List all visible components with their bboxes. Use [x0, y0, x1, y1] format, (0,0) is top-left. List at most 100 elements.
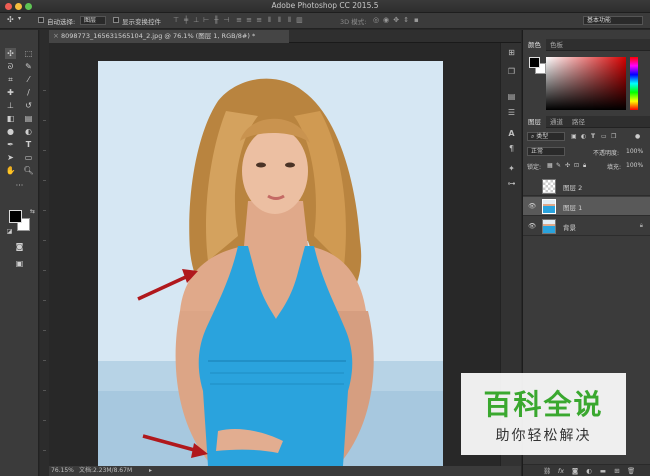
paragraph-panel-icon[interactable]: ¶ — [506, 143, 517, 154]
blend-mode-dropdown[interactable]: 正常 — [527, 147, 565, 156]
hand-tool-icon[interactable]: ✋ — [5, 165, 16, 176]
marquee-tool-icon[interactable]: ⬚ — [23, 48, 34, 59]
new-group-icon[interactable]: ▬ — [599, 467, 607, 475]
tab-paths[interactable]: 路径 — [567, 116, 590, 128]
lock-transparent-icon[interactable]: ▦ — [547, 162, 553, 169]
quick-select-tool-icon[interactable]: ✎ — [23, 61, 34, 72]
new-layer-icon[interactable]: ⊞ — [613, 467, 621, 475]
layer-row[interactable]: 图层 2 — [523, 177, 650, 196]
path-select-tool-icon[interactable]: ➤ — [5, 152, 16, 163]
eraser-tool-icon[interactable]: ◧ — [5, 113, 16, 124]
eye-icon[interactable]: 👁︎ — [528, 222, 536, 230]
layer-row-selected[interactable]: 👁︎ 图层 1 — [523, 197, 650, 216]
brush-tool-icon[interactable]: / — [23, 87, 34, 98]
filter-shape-icon[interactable]: ▭ — [601, 133, 607, 140]
lasso-tool-icon[interactable]: ᘐ — [5, 61, 16, 72]
filter-toggle-icon[interactable]: ● — [635, 133, 640, 140]
distribute-top-icon[interactable]: ≡ — [235, 16, 243, 24]
type-tool-icon[interactable]: T — [23, 139, 34, 150]
lock-image-icon[interactable]: ✎ — [556, 162, 561, 169]
show-transform-checkbox[interactable] — [113, 17, 119, 23]
tab-layers[interactable]: 图层 — [523, 116, 546, 128]
eye-icon[interactable]: 👁︎ — [528, 202, 536, 210]
lock-artboard-icon[interactable]: ⊡ — [574, 162, 579, 169]
lock-all-icon[interactable]: 🔒︎ — [583, 162, 586, 170]
auto-align-icon[interactable]: ▥ — [295, 16, 303, 24]
tab-color[interactable]: 颜色 — [523, 39, 546, 51]
lock-position-icon[interactable]: ✣ — [565, 162, 570, 169]
workspace-dropdown[interactable]: 基本功能 — [583, 16, 643, 25]
add-mask-icon[interactable]: ◙ — [571, 467, 579, 475]
history-panel-icon[interactable]: ⊞ — [506, 47, 517, 58]
zoom-tool-icon[interactable]: 🔍︎ — [23, 165, 34, 176]
align-top-icon[interactable]: ⊤ — [172, 16, 180, 24]
align-hcenter-icon[interactable]: ╫ — [212, 16, 220, 24]
shape-tool-icon[interactable]: ▭ — [23, 152, 34, 163]
delete-layer-icon[interactable]: 🗑︎ — [627, 467, 635, 475]
screen-mode-icon[interactable]: ▣ — [14, 258, 25, 269]
dodge-tool-icon[interactable]: ◐ — [23, 126, 34, 137]
layer-name[interactable]: 背景 — [563, 222, 576, 232]
properties-panel-icon[interactable]: ▤ — [506, 91, 517, 102]
adjustment-layer-icon[interactable]: ◐ — [585, 467, 593, 475]
drag-3d-icon[interactable]: ✥ — [392, 16, 400, 24]
move-tool-icon[interactable]: ✣ — [5, 48, 16, 59]
distribute-vcenter-icon[interactable]: ≡ — [245, 16, 253, 24]
canvas-image[interactable] — [98, 61, 443, 466]
adjustments-panel-icon[interactable]: ❐ — [506, 66, 517, 77]
pen-tool-icon[interactable]: ✒ — [5, 139, 16, 150]
status-arrow-icon[interactable]: ▸ — [149, 466, 152, 476]
eyedropper-tool-icon[interactable]: ⁄ — [23, 74, 34, 85]
foreground-color-swatch-top[interactable] — [9, 210, 22, 223]
layer-row[interactable]: 👁︎ 背景 🔒︎ — [523, 217, 650, 236]
align-right-icon[interactable]: ⊣ — [222, 16, 230, 24]
move-tool-icon[interactable]: ✣ — [7, 15, 14, 24]
gradient-tool-icon[interactable]: ▤ — [23, 113, 34, 124]
layer-filter-dropdown[interactable]: ⌕ 类型 — [527, 132, 565, 141]
layer-name[interactable]: 图层 2 — [563, 182, 582, 192]
align-left-icon[interactable]: ⊢ — [202, 16, 210, 24]
tool-preset-arrow-icon[interactable]: ▾ — [18, 15, 21, 22]
healing-brush-tool-icon[interactable]: ✚ — [5, 87, 16, 98]
distribute-left-icon[interactable]: ⦀ — [265, 16, 273, 24]
swap-colors-icon[interactable]: ⇆ — [27, 206, 38, 217]
close-tab-icon[interactable]: × — [53, 30, 59, 43]
auto-select-checkbox[interactable] — [38, 17, 44, 23]
panel-foreground-swatch[interactable] — [529, 57, 540, 68]
slide-3d-icon[interactable]: ⇕ — [402, 16, 410, 24]
more-tools-icon[interactable]: ··· — [14, 180, 25, 191]
canvas-area[interactable] — [49, 43, 521, 466]
scale-3d-icon[interactable]: ▪ — [412, 16, 420, 24]
visibility-toggle-off[interactable] — [528, 182, 536, 190]
layer-name[interactable]: 图层 1 — [563, 202, 582, 212]
crop-tool-icon[interactable]: ⌗ — [5, 74, 16, 85]
opacity-value[interactable]: 100% — [626, 148, 643, 155]
distribute-right-icon[interactable]: ⦀ — [285, 16, 293, 24]
color-picker-field[interactable] — [546, 57, 626, 110]
filter-type-icon[interactable]: T — [591, 133, 595, 140]
document-size[interactable]: 文档:2.23M/8.67M — [79, 466, 132, 476]
timeline-panel-icon[interactable]: ⊶ — [506, 178, 517, 189]
zoom-level[interactable]: 76.15% — [51, 466, 74, 476]
default-colors-icon[interactable]: ◪ — [4, 226, 15, 237]
filter-smart-icon[interactable]: ❐ — [611, 133, 616, 140]
auto-select-dropdown[interactable]: 图层 — [80, 16, 106, 25]
document-tab[interactable]: × 8098773_165631565104_2.jpg @ 76.1% (图层… — [49, 30, 289, 43]
clone-stamp-tool-icon[interactable]: ⊥ — [5, 100, 16, 111]
link-layers-icon[interactable]: ⛓︎ — [543, 467, 551, 475]
hue-slider[interactable] — [630, 57, 638, 110]
quick-mask-icon[interactable]: ◙ — [14, 241, 25, 252]
distribute-hcenter-icon[interactable]: ⦀ — [275, 16, 283, 24]
orbit-3d-icon[interactable]: ◎ — [372, 16, 380, 24]
brush-presets-panel-icon[interactable]: ✦ — [506, 163, 517, 174]
actions-panel-icon[interactable]: ☰ — [506, 107, 517, 118]
align-bottom-icon[interactable]: ⊥ — [192, 16, 200, 24]
layer-style-icon[interactable]: fx — [557, 467, 565, 475]
distribute-bottom-icon[interactable]: ≡ — [255, 16, 263, 24]
blur-tool-icon[interactable]: ● — [5, 126, 16, 137]
tab-swatches[interactable]: 色板 — [545, 39, 568, 51]
align-vcenter-icon[interactable]: ╪ — [182, 16, 190, 24]
character-panel-icon[interactable]: A — [506, 128, 517, 139]
filter-adjust-icon[interactable]: ◐ — [581, 133, 586, 140]
roll-3d-icon[interactable]: ◉ — [382, 16, 390, 24]
